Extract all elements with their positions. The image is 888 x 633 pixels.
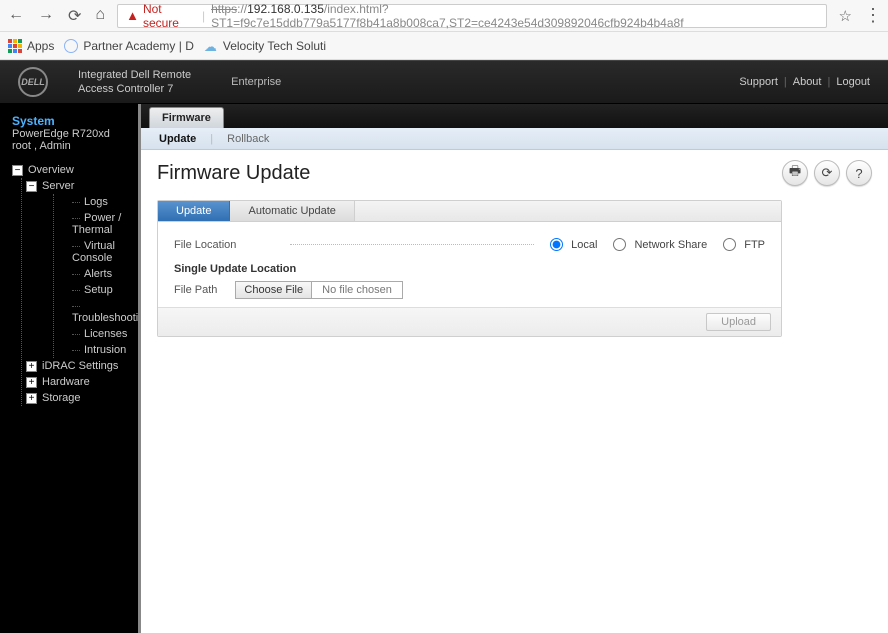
apps-label: Apps bbox=[27, 39, 54, 53]
tree-label: Server bbox=[42, 180, 74, 192]
tree-leaf-logs[interactable]: Logs bbox=[72, 194, 138, 210]
title-actions: 🖶 ⟳ ? bbox=[782, 160, 872, 186]
forward-button[interactable]: → bbox=[38, 6, 54, 26]
radio-network-label: Network Share bbox=[634, 239, 707, 251]
tree-leaf-troubleshooting[interactable]: Troubleshooting bbox=[72, 298, 138, 326]
print-button[interactable]: 🖶 bbox=[782, 160, 808, 186]
url-host: 192.168.0.135 bbox=[247, 2, 324, 16]
bookmark-label: Partner Academy | D bbox=[83, 39, 194, 53]
bookmark-star-icon[interactable]: ☆ bbox=[839, 7, 852, 25]
sidebar: System PowerEdge R720xd root , Admin − O… bbox=[0, 104, 138, 633]
nav-arrows: ← → ⟳ ⌂ bbox=[8, 6, 105, 26]
about-link[interactable]: About bbox=[793, 76, 822, 88]
collapse-icon[interactable]: − bbox=[26, 181, 37, 192]
sidebar-header: System PowerEdge R720xd root , Admin bbox=[0, 110, 138, 154]
expand-icon[interactable]: + bbox=[26, 377, 37, 388]
sidebar-model: PowerEdge R720xd bbox=[12, 128, 126, 140]
tree-label: iDRAC Settings bbox=[42, 360, 118, 372]
tree-node-server[interactable]: − Server bbox=[22, 178, 138, 194]
browser-menu-icon[interactable]: ⋮ bbox=[864, 5, 880, 26]
content-area: Firmware Update | Rollback Firmware Upda… bbox=[138, 104, 888, 633]
page-title: Firmware Update bbox=[157, 162, 310, 185]
not-secure-label: Not secure bbox=[143, 2, 196, 30]
tree-node-idrac-settings[interactable]: + iDRAC Settings bbox=[22, 358, 138, 374]
sidebar-user: root , Admin bbox=[12, 140, 126, 152]
url-scheme: https bbox=[211, 2, 237, 16]
tree-node-overview[interactable]: − Overview bbox=[8, 162, 138, 178]
tree-leaf-power-thermal[interactable]: Power / Thermal bbox=[72, 210, 138, 238]
back-button[interactable]: ← bbox=[8, 6, 24, 26]
panel-tab-automatic[interactable]: Automatic Update bbox=[230, 201, 354, 221]
tree-leaf-virtual-console[interactable]: Virtual Console bbox=[72, 238, 138, 266]
address-bar[interactable]: ▲ Not secure | https://192.168.0.135/ind… bbox=[117, 4, 826, 28]
tree-leaf-licenses[interactable]: Licenses bbox=[72, 326, 138, 342]
support-link[interactable]: Support bbox=[739, 76, 778, 88]
file-name-display: No file chosen bbox=[312, 282, 402, 298]
bookmark-label: Velocity Tech Soluti bbox=[223, 39, 326, 53]
tree-leaf-intrusion[interactable]: Intrusion bbox=[72, 342, 138, 358]
nav-tree: − Overview − Server LogsPower / ThermalV… bbox=[0, 162, 138, 406]
favicon-icon bbox=[64, 39, 78, 53]
upload-button[interactable]: Upload bbox=[706, 313, 771, 331]
collapse-icon[interactable]: − bbox=[12, 165, 23, 176]
radio-local-label: Local bbox=[571, 239, 597, 251]
browser-toolbar: ← → ⟳ ⌂ ▲ Not secure | https://192.168.0… bbox=[0, 0, 888, 32]
logout-link[interactable]: Logout bbox=[836, 76, 870, 88]
panel-tab-update[interactable]: Update bbox=[158, 201, 230, 221]
update-panel: Update Automatic Update File Location Lo… bbox=[157, 200, 782, 337]
single-update-title: Single Update Location bbox=[174, 263, 765, 275]
tree-label: Overview bbox=[28, 164, 74, 176]
url-text: https://192.168.0.135/index.html?ST1=f9c… bbox=[211, 2, 817, 30]
radio-local[interactable] bbox=[550, 238, 563, 251]
refresh-icon: ⟳ bbox=[822, 165, 833, 181]
radio-network[interactable] bbox=[613, 238, 626, 251]
file-input[interactable]: Choose File No file chosen bbox=[235, 281, 403, 299]
refresh-button[interactable]: ⟳ bbox=[814, 160, 840, 186]
tree-leaf-alerts[interactable]: Alerts bbox=[72, 266, 138, 282]
tree-label: Storage bbox=[42, 392, 81, 404]
apps-shortcut[interactable]: Apps bbox=[8, 39, 54, 53]
tree-node-storage[interactable]: + Storage bbox=[22, 390, 138, 406]
tree-node-hardware[interactable]: + Hardware bbox=[22, 374, 138, 390]
app-header: DELL Integrated Dell Remote Access Contr… bbox=[0, 60, 888, 104]
bookmark-velocity-tech[interactable]: ☁ Velocity Tech Soluti bbox=[204, 39, 326, 53]
divider bbox=[290, 244, 534, 245]
warning-icon: ▲ bbox=[126, 8, 139, 23]
secondary-tabs: Update | Rollback bbox=[141, 128, 888, 150]
radio-ftp-label: FTP bbox=[744, 239, 765, 251]
primary-tabs: Firmware bbox=[141, 104, 888, 128]
file-path-label: File Path bbox=[174, 284, 217, 296]
reload-button[interactable]: ⟳ bbox=[68, 6, 81, 26]
print-icon: 🖶 bbox=[789, 162, 801, 184]
expand-icon[interactable]: + bbox=[26, 361, 37, 372]
choose-file-button[interactable]: Choose File bbox=[236, 282, 312, 298]
dell-logo-icon: DELL bbox=[18, 67, 48, 97]
edition-label: Enterprise bbox=[231, 76, 281, 88]
favicon-icon: ☁ bbox=[204, 39, 218, 53]
product-name: Integrated Dell Remote Access Controller… bbox=[78, 68, 191, 97]
panel-footer: Upload bbox=[158, 307, 781, 336]
home-button[interactable]: ⌂ bbox=[95, 6, 105, 26]
location-radio-group: Local Network Share FTP bbox=[550, 238, 765, 251]
expand-icon[interactable]: + bbox=[26, 393, 37, 404]
file-location-label: File Location bbox=[174, 239, 274, 251]
security-indicator[interactable]: ▲ Not secure bbox=[126, 2, 196, 30]
sidebar-title: System bbox=[12, 114, 126, 128]
subtab-update[interactable]: Update bbox=[155, 133, 200, 145]
tab-firmware[interactable]: Firmware bbox=[149, 107, 224, 128]
header-links: Support | About | Logout bbox=[739, 76, 870, 88]
apps-icon bbox=[8, 39, 22, 53]
help-icon: ? bbox=[855, 166, 862, 181]
tree-label: Hardware bbox=[42, 376, 90, 388]
radio-ftp[interactable] bbox=[723, 238, 736, 251]
bookmark-partner-academy[interactable]: Partner Academy | D bbox=[64, 39, 194, 53]
tree-leaf-setup[interactable]: Setup bbox=[72, 282, 138, 298]
panel-tabs: Update Automatic Update bbox=[158, 201, 781, 222]
subtab-rollback[interactable]: Rollback bbox=[223, 133, 273, 145]
bookmarks-bar: Apps Partner Academy | D ☁ Velocity Tech… bbox=[0, 32, 888, 60]
help-button[interactable]: ? bbox=[846, 160, 872, 186]
